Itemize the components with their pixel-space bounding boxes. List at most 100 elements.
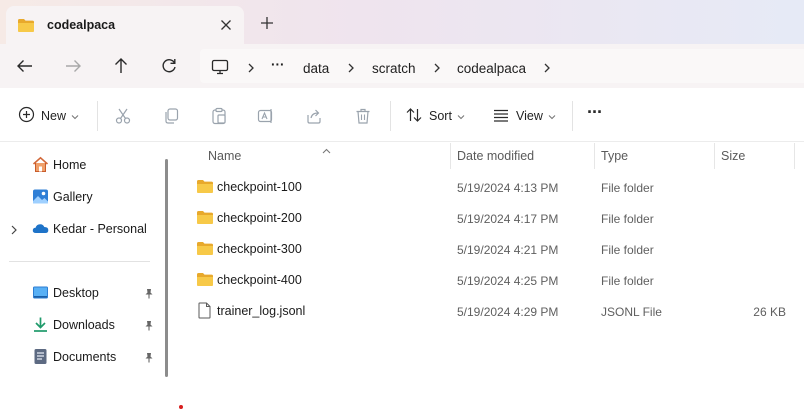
sidebar-item-label: Desktop <box>53 286 99 300</box>
documents-icon <box>32 348 49 365</box>
sort-label: Sort <box>429 109 452 123</box>
file-icon <box>198 302 211 322</box>
breadcrumb-data[interactable]: data <box>303 61 329 76</box>
forward-arrow-icon[interactable] <box>62 55 84 77</box>
sidebar-item-desktop[interactable]: Desktop <box>0 280 160 306</box>
sidebar-item-label: Downloads <box>53 318 115 332</box>
chevron-right-icon[interactable] <box>432 62 442 74</box>
column-header-name[interactable]: Name <box>208 149 241 163</box>
sort-arrows-icon <box>405 106 423 127</box>
refresh-icon[interactable] <box>158 55 180 77</box>
folder-icon <box>196 272 214 290</box>
file-name: checkpoint-100 <box>217 180 302 194</box>
chevron-right-icon[interactable] <box>542 62 552 74</box>
file-list: Name Date modified Type Size checkpoint-… <box>176 143 804 411</box>
cursor-dot <box>179 405 183 409</box>
paste-icon[interactable] <box>210 106 228 126</box>
address-bar[interactable]: ··· data scratch codealpaca <box>200 49 804 83</box>
toolbar-divider <box>390 101 391 131</box>
column-header-size[interactable]: Size <box>721 149 745 163</box>
column-header-type[interactable]: Type <box>601 149 628 163</box>
file-type: File folder <box>601 243 654 257</box>
sidebar-item-label: Home <box>53 158 87 172</box>
back-arrow-icon[interactable] <box>14 55 36 77</box>
file-name: checkpoint-300 <box>217 242 302 256</box>
copy-icon[interactable] <box>162 106 180 126</box>
column-divider[interactable] <box>594 143 595 169</box>
table-row[interactable]: trainer_log.jsonl 5/19/2024 4:29 PM JSON… <box>190 297 800 325</box>
breadcrumb-codealpaca[interactable]: codealpaca <box>457 61 526 76</box>
table-row[interactable]: checkpoint-400 5/19/2024 4:25 PM File fo… <box>190 266 800 294</box>
sidebar-item-label: Documents <box>53 350 117 364</box>
folder-icon <box>196 241 214 259</box>
view-button[interactable]: View <box>492 106 556 126</box>
tab-title: codealpaca <box>47 18 116 32</box>
column-header-date-modified[interactable]: Date modified <box>457 149 534 163</box>
column-divider[interactable] <box>714 143 715 169</box>
table-row[interactable]: checkpoint-100 5/19/2024 4:13 PM File fo… <box>190 173 800 201</box>
rename-icon[interactable] <box>257 106 275 126</box>
chevron-right-icon[interactable] <box>346 62 356 74</box>
title-bar: codealpaca <box>0 0 804 44</box>
home-icon <box>32 156 49 173</box>
file-name: trainer_log.jsonl <box>217 304 306 318</box>
chevron-right-icon[interactable] <box>246 62 256 74</box>
sidebar-item-label: Kedar - Personal <box>53 222 147 236</box>
file-date: 5/19/2024 4:21 PM <box>457 243 559 257</box>
table-row[interactable]: checkpoint-200 5/19/2024 4:17 PM File fo… <box>190 204 800 232</box>
table-row[interactable]: checkpoint-300 5/19/2024 4:21 PM File fo… <box>190 235 800 263</box>
chevron-down-icon <box>71 109 79 123</box>
sidebar-item-label: Gallery <box>53 190 93 204</box>
folder-icon <box>196 210 214 228</box>
toolbar-divider <box>97 101 98 131</box>
column-divider[interactable] <box>794 143 795 169</box>
file-type: File folder <box>601 212 654 226</box>
up-arrow-icon[interactable] <box>110 55 132 77</box>
chevron-down-icon <box>457 109 465 123</box>
new-tab-icon[interactable] <box>259 15 275 31</box>
sort-caret-up-icon <box>322 143 331 157</box>
view-lines-icon <box>492 106 510 127</box>
navigation-bar: ··· data scratch codealpaca <box>0 44 804 88</box>
file-date: 5/19/2024 4:13 PM <box>457 181 559 195</box>
folder-icon <box>196 179 214 197</box>
sidebar-item-gallery[interactable]: Gallery <box>0 184 160 210</box>
file-name: checkpoint-400 <box>217 273 302 287</box>
file-date: 5/19/2024 4:25 PM <box>457 274 559 288</box>
pin-icon[interactable] <box>144 320 154 334</box>
toolbar-divider <box>572 101 573 131</box>
close-tab-icon[interactable] <box>218 17 234 33</box>
file-name: checkpoint-200 <box>217 211 302 225</box>
file-type: File folder <box>601 181 654 195</box>
file-size: 26 KB <box>753 305 786 319</box>
column-divider[interactable] <box>450 143 451 169</box>
sidebar-item-documents[interactable]: Documents <box>0 344 160 370</box>
chevron-right-icon[interactable] <box>10 224 18 238</box>
plus-circle-icon <box>18 106 35 126</box>
desktop-folder-icon <box>32 284 49 301</box>
file-date: 5/19/2024 4:17 PM <box>457 212 559 226</box>
pin-icon[interactable] <box>144 288 154 302</box>
sidebar-item-downloads[interactable]: Downloads <box>0 312 160 338</box>
file-type: JSONL File <box>601 305 662 319</box>
breadcrumb-scratch[interactable]: scratch <box>372 61 416 76</box>
tab-codealpaca[interactable]: codealpaca <box>6 6 244 44</box>
breadcrumb-overflow[interactable]: ··· <box>271 57 285 72</box>
new-button[interactable]: New <box>18 106 79 126</box>
more-options-button[interactable]: ··· <box>587 102 603 122</box>
navigation-pane: Home Gallery Kedar - Personal Desktop Do… <box>0 143 175 411</box>
gallery-icon <box>32 188 49 205</box>
new-label: New <box>41 109 67 123</box>
sort-button[interactable]: Sort <box>405 106 465 126</box>
sidebar-item-kedar-personal[interactable]: Kedar - Personal <box>0 216 160 242</box>
chevron-down-icon <box>548 109 556 123</box>
sidebar-item-home[interactable]: Home <box>0 152 160 178</box>
nav-scrollbar[interactable] <box>165 159 168 377</box>
delete-icon[interactable] <box>354 106 372 126</box>
share-icon[interactable] <box>305 106 323 126</box>
pin-icon[interactable] <box>144 352 154 366</box>
nav-divider <box>9 261 150 262</box>
cut-icon[interactable] <box>114 106 132 126</box>
this-pc-icon[interactable] <box>211 59 229 78</box>
command-bar: New Sort View ··· <box>0 88 804 142</box>
